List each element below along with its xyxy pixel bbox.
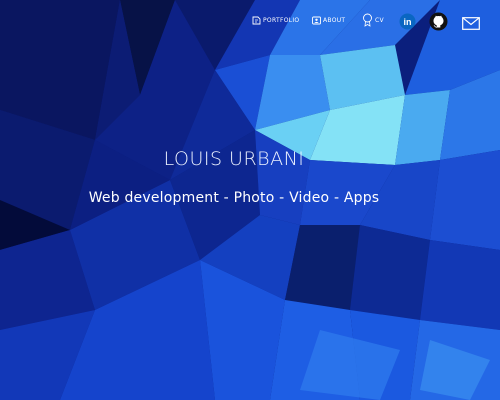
- hero-subtitle: Web development - Photo - Video - Apps: [88, 190, 380, 206]
- person-card-icon: [312, 16, 321, 25]
- nav-cv-link[interactable]: CV: [362, 13, 384, 27]
- nav-about-link[interactable]: ABOUT: [312, 16, 345, 25]
- landing-page: PORTFOLIO ABOUT CV in LOUIS URBANI Web d…: [0, 0, 500, 400]
- nav-portfolio-link[interactable]: PORTFOLIO: [252, 16, 299, 25]
- hero-title: LOUIS URBANI: [163, 148, 305, 170]
- top-nav: PORTFOLIO ABOUT CV in: [250, 12, 490, 34]
- nav-cv-label: CV: [375, 16, 384, 24]
- award-icon: [362, 13, 373, 27]
- linkedin-icon[interactable]: in: [399, 13, 416, 34]
- nav-about-label: ABOUT: [323, 17, 346, 24]
- nav-portfolio-label: PORTFOLIO: [263, 17, 300, 24]
- portfolio-icon: [252, 16, 261, 25]
- linkedin-label: in: [404, 17, 412, 27]
- github-icon[interactable]: [429, 12, 448, 35]
- email-icon[interactable]: [462, 15, 480, 34]
